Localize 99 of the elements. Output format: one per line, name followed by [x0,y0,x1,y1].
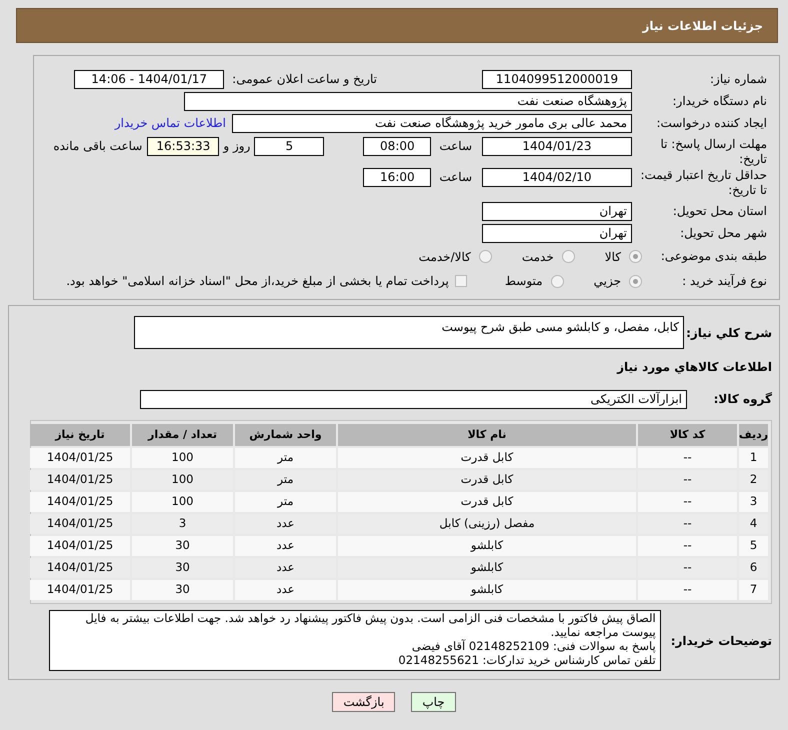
deadline-time-field: 08:00 [363,137,432,156]
column-header: تاریخ نیاز [30,424,130,446]
column-header: کد کالا [638,424,737,446]
remaining-time-field: 16:53:33 [147,137,220,156]
validity-time-field: 16:00 [363,168,432,187]
table-cell: 100 [132,492,233,512]
checkbox[interactable] [454,275,467,287]
table-cell: کابل قدرت [338,448,636,468]
table-cell: عدد [235,580,336,600]
table-cell: عدد [235,536,336,556]
table-cell: 6 [739,558,768,578]
field-label: شماره نیاز: [709,72,767,86]
radio-button[interactable] [629,274,642,288]
radio-label: خدمت [522,248,554,266]
field-label: ساعت [439,138,472,155]
validity-date-field: 1404/02/10 [482,168,632,187]
table-cell: -- [638,514,737,534]
field-label: روز و [223,138,250,155]
table-cell: 3 [132,514,233,534]
table-cell: 2 [739,470,768,490]
need-number-field: 1104099512000019 [482,70,632,88]
field-label: نام دستگاه خریدار: [672,94,767,108]
table-cell: 1404/01/25 [30,470,130,490]
field-label: مهلت ارسال پاسخ: تا تاریخ: [659,137,767,167]
table-cell: -- [638,470,737,490]
table-cell: -- [638,492,737,512]
buyer-contact-link[interactable]: اطلاعات تماس خریدار [114,114,226,132]
field-label: ساعت باقی مانده [53,138,142,155]
table-cell: -- [638,558,737,578]
column-header: ردیف [739,424,768,446]
city-field: تهران [482,224,632,242]
radio-label: کالا [604,248,621,266]
table-cell: 30 [132,536,233,556]
table-cell: کابل قدرت [338,470,636,490]
table-cell: کابل قدرت [338,492,636,512]
table-cell: کابلشو [338,536,636,556]
field-label: حداقل تاریخ اعتبار قیمت: تا تاریخ: [639,168,767,198]
table-cell: عدد [235,514,336,534]
table-cell: 1404/01/25 [30,492,130,512]
field-label: استان محل تحویل: [672,204,767,218]
deadline-date-field: 1404/01/23 [482,137,632,156]
table-cell: 3 [739,492,768,512]
table-cell: متر [235,470,336,490]
table-cell: کابلشو [338,580,636,600]
table-cell: متر [235,492,336,512]
back-button[interactable]: بازگشت [332,692,396,712]
field-label: ایجاد کننده درخواست: [655,116,767,130]
table-cell: 100 [132,448,233,468]
notes-label: توضیحات خریدار: [670,632,772,650]
table-cell: 1404/01/25 [30,514,130,534]
table-cell: 1404/01/25 [30,558,130,578]
requester-field: محمد عالی بری مامور خرید پژوهشگاه صنعت نفت [232,114,632,132]
days-field: 5 [254,137,324,156]
table-cell: 1404/01/25 [30,580,130,600]
announce-date-field: 1404/01/17 - 14:06 [74,70,224,88]
description-label: شرح کلي نياز: [685,325,772,342]
table-cell: مفصل (رزینی) کابل [338,514,636,534]
table-cell: 1 [739,448,768,468]
field-label: شهر محل تحویل: [679,226,767,240]
field-label: تاریخ و ساعت اعلان عمومی: [232,71,377,88]
table-cell: 7 [739,580,768,600]
table-cell: -- [638,448,737,468]
field-label: پرداخت تمام یا بخشی از مبلغ خرید،از محل "اسناد خزانه اسلامی" خواهد بود. [66,273,449,290]
radio-button[interactable] [478,250,492,263]
table-cell: 30 [132,558,233,578]
radio-button[interactable] [629,250,642,263]
section-title: اطلاعات کالاهاي مورد نياز [616,359,772,376]
table-cell: 100 [132,470,233,490]
radio-button[interactable] [562,250,575,263]
buyer-org-field: پژوهشگاه صنعت نفت [184,92,632,110]
table-cell: عدد [235,558,336,578]
radio-label: کالا/خدمت [418,248,471,266]
table-cell: متر [235,448,336,468]
province-field: تهران [482,202,632,220]
radio-label: جزیي [594,273,621,290]
table-cell: 1404/01/25 [30,448,130,468]
radio-button[interactable] [550,274,564,288]
field-label: ساعت [439,169,472,186]
table-cell: -- [638,536,737,556]
print-button[interactable]: چاپ [411,692,456,712]
table-cell: کابلشو [338,558,636,578]
field-label: نوع فرآیند خرید : [681,274,767,288]
notes-line: الصاق پیش فاکتور با مشخصات فنی الزامی است. بدون پیش فاکتور پیشنهاد رد خواهد شد. جهت اطلاعات بیشتر به فایل پیوست مراجعه نمایید. [84,611,656,639]
table-cell: -- [638,580,737,600]
table-cell: 4 [739,514,768,534]
page-title: جزئیات اطلاعات نیاز [642,18,763,34]
column-header: نام کالا [338,424,636,446]
column-header: تعداد / مقدار [132,424,233,446]
group-label: گروه کالا: [712,391,772,408]
table-cell: 30 [132,580,233,600]
notes-line: پاسخ به سوالات فنی: 02148252109 آقای فیضی [410,639,656,653]
column-header: واحد شمارش [235,424,336,446]
table-cell: 1404/01/25 [30,536,130,556]
notes-line: تلفن تماس کارشناس خرید تدارکات: 02148255621 [397,653,656,667]
field-label: طبقه بندی موضوعی: [660,249,767,264]
description-field: کابل، مفصل، و کابلشو مسی طبق شرح پیوست [134,316,684,349]
table-cell: 5 [739,536,768,556]
radio-label: متوسط [504,273,543,290]
group-field: ابزارآلات الکتریکی [140,390,687,408]
